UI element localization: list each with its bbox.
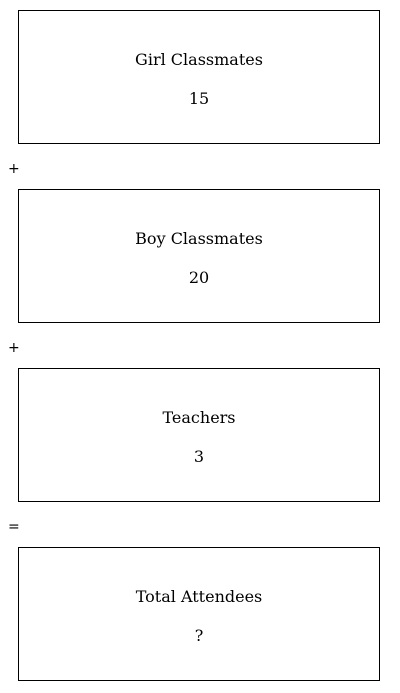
teachers-label: Teachers xyxy=(162,408,236,427)
boy-classmates-label: Boy Classmates xyxy=(135,229,263,248)
equals-operator: = xyxy=(8,519,20,535)
teachers-box: Teachers 3 xyxy=(18,368,380,502)
girl-classmates-label: Girl Classmates xyxy=(135,50,263,69)
plus-operator: + xyxy=(8,161,20,177)
boy-classmates-value: 20 xyxy=(188,268,210,287)
total-attendees-box: Total Attendees ? xyxy=(18,547,380,681)
girl-classmates-value: 15 xyxy=(188,89,210,108)
plus-operator: + xyxy=(8,340,20,356)
boy-classmates-box: Boy Classmates 20 xyxy=(18,189,380,323)
total-attendees-value: ? xyxy=(194,626,204,645)
teachers-value: 3 xyxy=(193,447,205,466)
girl-classmates-box: Girl Classmates 15 xyxy=(18,10,380,144)
total-attendees-label: Total Attendees xyxy=(135,587,263,606)
